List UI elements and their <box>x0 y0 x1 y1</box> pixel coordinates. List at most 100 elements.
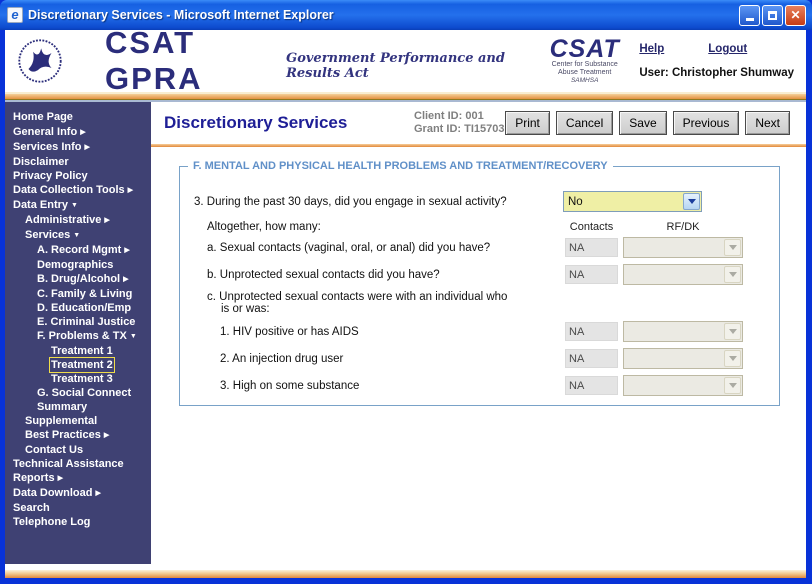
sidebar-item-privacy-policy[interactable]: Privacy Policy <box>13 169 151 183</box>
app-header: CSAT GPRA Government Performance and Res… <box>5 30 806 92</box>
question-c-label-line2: is or was: <box>194 303 565 316</box>
sidebar-item-social-connect[interactable]: G. Social Connect <box>13 386 151 400</box>
main-content: Discretionary Services Client ID: 001 Gr… <box>151 102 806 564</box>
brand-tagline: Government Performance and Results Act <box>286 51 544 81</box>
sidebar-item-summary[interactable]: Summary <box>13 400 151 414</box>
dropdown-arrow-icon <box>724 350 741 367</box>
expanded-arrow-icon: ▼ <box>73 232 80 239</box>
contacts-c2-input <box>565 349 618 368</box>
sidebar-item-data-download[interactable]: Data Download▶ <box>13 486 151 501</box>
submenu-arrow-icon: ▶ <box>95 490 100 497</box>
sidebar-item-family-living[interactable]: C. Family & Living <box>13 287 151 301</box>
submenu-arrow-icon: ▶ <box>104 217 109 224</box>
submenu-arrow-icon: ▶ <box>104 432 109 439</box>
submenu-arrow-icon: ▶ <box>124 247 129 254</box>
submenu-arrow-icon: ▶ <box>84 144 89 151</box>
sidebar-item-data-entry[interactable]: Data Entry▼ <box>13 198 151 213</box>
sidebar-item-criminal-justice[interactable]: E. Criminal Justice <box>13 315 151 329</box>
sidebar-nav: Home Page General Info▶ Services Info▶ D… <box>5 102 151 564</box>
dropdown-arrow-icon <box>724 266 741 283</box>
sidebar-item-treatment-2[interactable]: Treatment 2 <box>13 358 151 372</box>
sidebar-item-education-emp[interactable]: D. Education/Emp <box>13 301 151 315</box>
question-c2-label: 2. An injection drug user <box>194 353 565 365</box>
dropdown-arrow-icon <box>724 239 741 256</box>
hhs-logo-icon <box>17 38 63 84</box>
csat-logo-name: CSAT <box>544 37 625 61</box>
sexual-activity-select[interactable]: No <box>563 191 702 212</box>
csat-logo-line1: Center for Substance <box>544 61 625 69</box>
sidebar-item-record-mgmt[interactable]: A. Record Mgmt▶ <box>13 243 151 258</box>
contacts-column-header: Contacts <box>565 221 618 233</box>
internet-explorer-icon: e <box>7 7 23 23</box>
page-frame: CSAT GPRA Government Performance and Res… <box>5 30 806 578</box>
browser-window: e Discretionary Services - Microsoft Int… <box>0 0 812 584</box>
sidebar-item-general-info[interactable]: General Info▶ <box>13 125 151 140</box>
window-title: Discretionary Services - Microsoft Inter… <box>28 8 739 22</box>
sidebar-item-search[interactable]: Search <box>13 501 151 515</box>
submenu-arrow-icon: ▶ <box>123 276 128 283</box>
footer-bar <box>5 570 806 578</box>
grant-id: Grant ID: TI15703 <box>414 123 504 136</box>
contacts-c3-input <box>565 376 618 395</box>
rfdk-a-select <box>623 237 743 258</box>
sidebar-item-best-practices[interactable]: Best Practices▶ <box>13 428 151 443</box>
sidebar-item-technical-assistance[interactable]: Technical Assistance <box>13 457 151 471</box>
sidebar-item-reports[interactable]: Reports▶ <box>13 471 151 486</box>
rfdk-c1-select <box>623 321 743 342</box>
submenu-arrow-icon: ▶ <box>80 129 85 136</box>
brand-title: CSAT GPRA <box>105 25 272 97</box>
sidebar-item-telephone-log[interactable]: Telephone Log <box>13 515 151 529</box>
sidebar-item-services[interactable]: Services▼ <box>13 228 151 243</box>
expanded-arrow-icon: ▼ <box>71 202 78 209</box>
question-b-label: b. Unprotected sexual contacts did you h… <box>194 269 565 281</box>
sidebar-item-services-info[interactable]: Services Info▶ <box>13 140 151 155</box>
maximize-icon[interactable] <box>762 5 783 26</box>
close-icon[interactable]: ✕ <box>785 5 806 26</box>
sidebar-item-supplemental[interactable]: Supplemental <box>13 414 151 428</box>
rfdk-column-header: RF/DK <box>623 221 743 233</box>
sidebar-item-disclaimer[interactable]: Disclaimer <box>13 155 151 169</box>
print-button[interactable]: Print <box>505 111 550 135</box>
help-link[interactable]: Help <box>639 43 664 55</box>
contacts-a-input <box>565 238 618 257</box>
rfdk-b-select <box>623 264 743 285</box>
subheader-label: Altogether, how many: <box>194 221 565 233</box>
rfdk-c3-select <box>623 375 743 396</box>
sidebar-item-administrative[interactable]: Administrative▶ <box>13 213 151 228</box>
save-button[interactable]: Save <box>619 111 666 135</box>
sidebar-item-demographics[interactable]: Demographics <box>13 258 151 272</box>
cancel-button[interactable]: Cancel <box>556 111 613 135</box>
sidebar-item-problems-tx[interactable]: F. Problems & TX▼ <box>13 329 151 344</box>
question-c-label-line1: c. Unprotected sexual contacts were with… <box>194 291 565 303</box>
contacts-c1-input <box>565 322 618 341</box>
next-button[interactable]: Next <box>745 111 790 135</box>
section-f-fieldset: F. MENTAL AND PHYSICAL HEALTH PROBLEMS A… <box>179 166 780 406</box>
page-title: Discretionary Services <box>164 113 414 133</box>
question-3-label: 3. During the past 30 days, did you enga… <box>194 196 565 208</box>
logout-link[interactable]: Logout <box>708 43 747 55</box>
rfdk-c2-select <box>623 348 743 369</box>
sidebar-item-treatment-3[interactable]: Treatment 3 <box>13 372 151 386</box>
csat-logo-line2: Abuse Treatment <box>544 69 625 77</box>
header-separator <box>5 92 806 102</box>
sidebar-item-data-collection-tools[interactable]: Data Collection Tools▶ <box>13 183 151 198</box>
sidebar-item-home-page[interactable]: Home Page <box>13 110 151 125</box>
csat-logo-line3: SAMHSA <box>544 77 625 85</box>
user-name: User: Christopher Shumway <box>639 67 794 79</box>
dropdown-arrow-icon <box>724 377 741 394</box>
client-id: Client ID: 001 <box>414 110 504 123</box>
sidebar-item-drug-alcohol[interactable]: B. Drug/Alcohol▶ <box>13 272 151 287</box>
dropdown-arrow-icon <box>683 193 700 210</box>
previous-button[interactable]: Previous <box>673 111 740 135</box>
question-a-label: a. Sexual contacts (vaginal, oral, or an… <box>194 242 565 254</box>
minimize-icon[interactable] <box>739 5 760 26</box>
csat-logo: CSAT Center for Substance Abuse Treatmen… <box>544 37 625 85</box>
section-f-legend: F. MENTAL AND PHYSICAL HEALTH PROBLEMS A… <box>188 160 613 172</box>
expanded-arrow-icon: ▼ <box>130 333 137 340</box>
dropdown-arrow-icon <box>724 323 741 340</box>
submenu-arrow-icon: ▶ <box>58 475 63 482</box>
contacts-b-input <box>565 265 618 284</box>
sidebar-item-contact-us[interactable]: Contact Us <box>13 443 151 457</box>
submenu-arrow-icon: ▶ <box>128 187 133 194</box>
sidebar-item-treatment-1[interactable]: Treatment 1 <box>13 344 151 358</box>
